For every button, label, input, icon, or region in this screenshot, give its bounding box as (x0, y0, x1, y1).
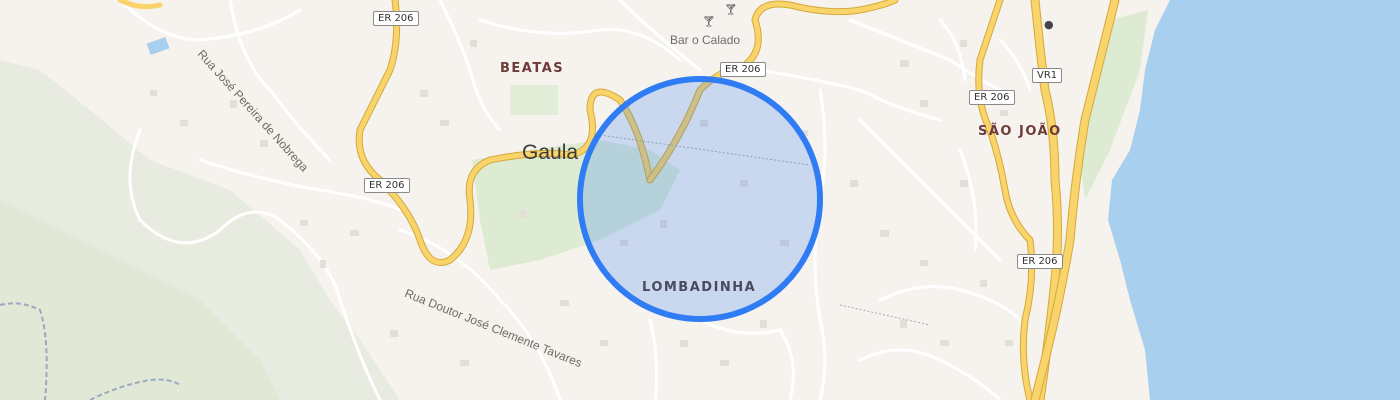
poi-label-bar-o-calado[interactable]: Bar o Calado (670, 33, 740, 47)
power-line (839, 304, 931, 326)
cocktail-icon[interactable]: 🍸︎ (724, 3, 738, 16)
place-label-lombadinha: LOMBADINHA (642, 280, 757, 295)
basket-icon[interactable]: ● (1044, 18, 1054, 31)
place-label-sao-joao: SÃO JOÃO (978, 124, 1062, 139)
cocktail-icon[interactable]: 🍸︎ (702, 15, 716, 28)
road-shield-vr1: VR1 (1032, 68, 1063, 83)
road-shield-er206: ER 206 (373, 11, 419, 26)
road-shield-er206: ER 206 (969, 90, 1015, 105)
pond (146, 36, 170, 56)
sea-area (1108, 0, 1400, 400)
place-label-gaula: Gaula (522, 141, 579, 164)
park-beatas (510, 85, 558, 115)
road-shield-er206: ER 206 (720, 62, 766, 77)
road-shield-er206: ER 206 (1017, 254, 1063, 269)
map-canvas[interactable]: BEATAS Gaula SÃO JOÃO LOMBADINHA 🍸︎ 🍸︎ ●… (0, 0, 1400, 400)
road-shield-er206: ER 206 (364, 178, 410, 193)
place-label-beatas: BEATAS (500, 61, 565, 76)
